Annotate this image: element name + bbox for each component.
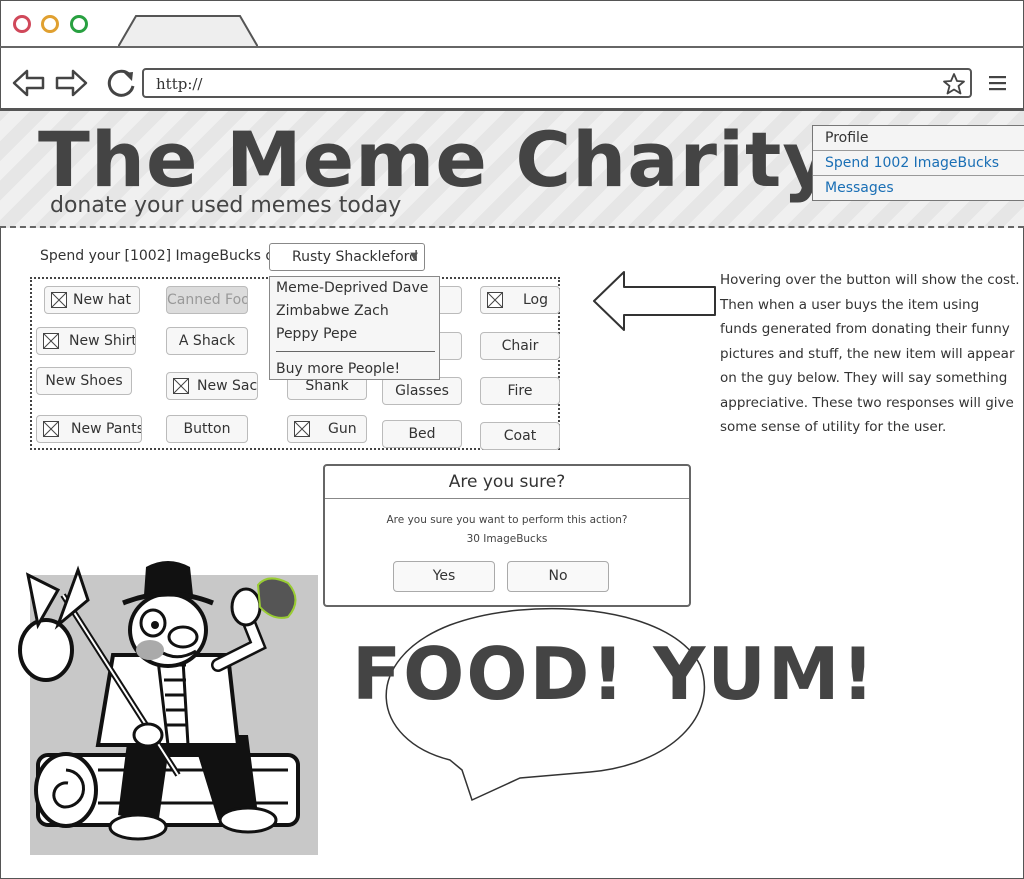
item-fire-button[interactable]: Fire [480, 377, 560, 405]
account-nav: Profile Spend 1002 ImageBucks Messages [812, 125, 1024, 201]
minimize-window-button[interactable] [41, 15, 59, 33]
dropdown-option[interactable]: Meme-Deprived Dave [276, 280, 428, 296]
no-button[interactable]: No [507, 561, 609, 592]
image-placeholder-icon [51, 292, 67, 308]
left-arrow-icon [593, 271, 716, 331]
speech-text: FOOD! YUM! [352, 632, 877, 716]
image-placeholder-icon [43, 421, 59, 437]
annotation-note: Hovering over the button will show the c… [720, 272, 1020, 435]
recipient-select[interactable]: Rusty Shackleford ▼ [269, 243, 425, 271]
url-text: http:// [156, 75, 203, 93]
nav-spend-imagebucks[interactable]: Spend 1002 ImageBucks [813, 151, 1024, 176]
item-gun-button[interactable]: Gun [287, 415, 367, 443]
recipient-dropdown-menu: Meme-Deprived Dave Zimbabwe Zach Peppy P… [269, 276, 440, 380]
dropdown-option[interactable]: Zimbabwe Zach [276, 303, 389, 319]
item-new-pants-button[interactable]: New Pants [36, 415, 142, 443]
forward-arrow-icon[interactable] [54, 68, 88, 98]
confirm-dialog: Are you sure? Are you sure you want to p… [323, 464, 691, 607]
image-placeholder-icon [173, 378, 189, 394]
item-new-shoes-button[interactable]: New Shoes [36, 367, 132, 395]
image-placeholder-icon [487, 292, 503, 308]
nav-messages[interactable]: Messages [813, 176, 1024, 200]
item-new-shirt-button[interactable]: New Shirt [36, 327, 136, 355]
item-chair-button[interactable]: Chair [480, 332, 560, 360]
nav-profile[interactable]: Profile [813, 126, 1024, 151]
site-tagline: donate your used memes today [50, 193, 402, 218]
image-placeholder-icon [294, 421, 310, 437]
item-canned-food-button[interactable]: Canned Food [166, 286, 248, 314]
dialog-cost: 30 ImageBucks [466, 533, 548, 545]
dialog-message: Are you sure you want to perform this ac… [386, 514, 628, 526]
item-new-sack-button[interactable]: New Sack [166, 372, 258, 400]
tab-bar-divider [0, 46, 1024, 48]
back-arrow-icon[interactable] [12, 68, 46, 98]
dropdown-option[interactable]: Peppy Pepe [276, 326, 357, 342]
item-button-button[interactable]: Button [166, 415, 248, 443]
dropdown-divider [276, 351, 435, 352]
chevron-down-icon: ▼ [410, 251, 418, 262]
item-bed-button[interactable]: Bed [382, 420, 462, 448]
spend-label: Spend your [1002] ImageBucks on [40, 248, 283, 264]
item-log-button[interactable]: Log [480, 286, 560, 314]
recipient-selected-value: Rusty Shackleford [292, 249, 419, 265]
browser-tab[interactable] [118, 15, 258, 47]
item-a-shack-button[interactable]: A Shack [166, 327, 248, 355]
item-new-hat-button[interactable]: New hat [44, 286, 140, 314]
site-title: The Meme Charity [38, 115, 833, 204]
item-coat-button[interactable]: Coat [480, 422, 560, 450]
dropdown-buy-more-option[interactable]: Buy more People! [276, 361, 400, 377]
reload-icon[interactable] [104, 66, 138, 100]
hobo-character-illustration [18, 561, 318, 855]
bookmark-star-icon[interactable] [942, 72, 966, 96]
maximize-window-button[interactable] [70, 15, 88, 33]
item-glasses-button[interactable]: Glasses [382, 377, 462, 405]
address-bar[interactable]: http:// [142, 68, 972, 98]
dialog-title: Are you sure? [325, 466, 689, 499]
menu-icon[interactable] [988, 74, 1008, 92]
yes-button[interactable]: Yes [393, 561, 495, 592]
site-header: The Meme Charity donate your used memes … [0, 111, 1024, 228]
close-window-button[interactable] [13, 15, 31, 33]
image-placeholder-icon [43, 333, 59, 349]
